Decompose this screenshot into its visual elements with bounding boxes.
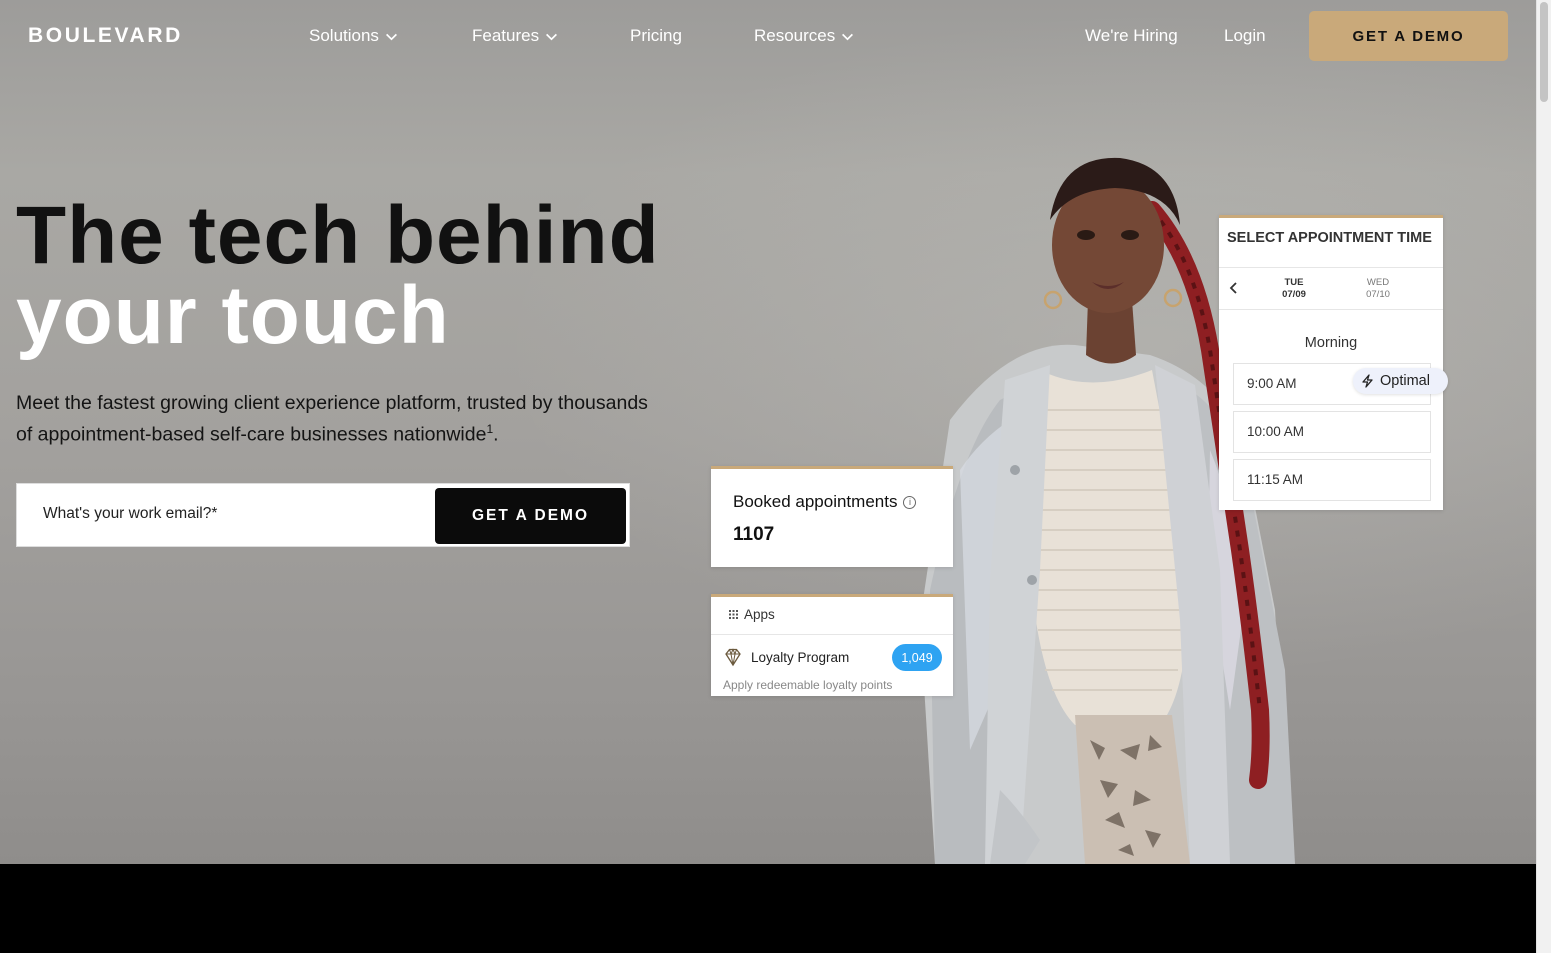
demo-request-form: GET A DEMO bbox=[16, 483, 630, 547]
booked-appointments-label-row: Booked appointments i bbox=[733, 492, 917, 512]
nav-login-link[interactable]: Login bbox=[1224, 26, 1266, 46]
booked-appointments-label: Booked appointments bbox=[733, 492, 898, 511]
nav-resources[interactable]: Resources bbox=[754, 26, 854, 46]
time-slot[interactable]: 11:15 AM bbox=[1233, 459, 1431, 501]
period-label: Morning bbox=[1304, 335, 1358, 351]
day-tab-wed-dow: WED bbox=[1366, 277, 1390, 288]
apps-card: Apps Loyalty Program 1,049 Apply redeema… bbox=[711, 594, 953, 696]
day-tab-tue-dow: TUE bbox=[1284, 277, 1304, 288]
apps-card-header: Apps bbox=[711, 597, 953, 635]
booked-appointments-value: 1107 bbox=[733, 524, 775, 545]
nav-pricing-label: Pricing bbox=[630, 26, 682, 45]
diamond-icon bbox=[725, 648, 741, 667]
nav-hiring-link[interactable]: We're Hiring bbox=[1085, 26, 1178, 46]
hero-subtext-body: Meet the fastest growing client experien… bbox=[16, 392, 648, 446]
brand-logo[interactable]: BOULEVARD bbox=[28, 24, 183, 48]
nav-features-label: Features bbox=[472, 26, 540, 45]
chevron-down-icon bbox=[546, 33, 558, 40]
hero-headline-line1: The tech behind bbox=[16, 190, 660, 281]
booked-appointments-card: Booked appointments i 1107 bbox=[711, 466, 953, 567]
lightning-icon bbox=[1362, 374, 1373, 388]
info-icon[interactable]: i bbox=[903, 495, 917, 509]
hero-subtext-end: . bbox=[493, 423, 499, 446]
form-get-demo-button[interactable]: GET A DEMO bbox=[435, 488, 626, 544]
page-scrollbar[interactable] bbox=[1536, 0, 1551, 953]
time-slot[interactable]: 10:00 AM bbox=[1233, 411, 1431, 453]
day-tab-tue-date: 07/09 bbox=[1282, 289, 1306, 300]
hero-headline-line2: your touch bbox=[16, 270, 450, 361]
nav-resources-label: Resources bbox=[754, 26, 836, 45]
chevron-left-icon[interactable] bbox=[1228, 281, 1240, 295]
date-selector: TUE 07/09 WED 07/10 bbox=[1219, 268, 1443, 310]
loyalty-count-badge: 1,049 bbox=[892, 644, 942, 671]
nav-pricing[interactable]: Pricing bbox=[630, 26, 682, 46]
work-email-input[interactable] bbox=[41, 504, 425, 524]
optimal-label: Optimal bbox=[1380, 373, 1430, 389]
dark-section bbox=[0, 864, 1536, 953]
day-tab-wed[interactable]: WED 07/10 bbox=[1353, 277, 1403, 301]
loyalty-program-title: Loyalty Program bbox=[751, 650, 850, 665]
nav-features[interactable]: Features bbox=[472, 26, 558, 46]
scrollbar-thumb[interactable] bbox=[1540, 2, 1548, 102]
appointment-time-card: SELECT APPOINTMENT TIME TUE 07/09 WED 07… bbox=[1219, 215, 1443, 510]
hero-subtext: Meet the fastest growing client experien… bbox=[16, 390, 656, 448]
hero-headline: The tech behind your touch bbox=[16, 190, 660, 361]
nav-solutions-label: Solutions bbox=[309, 26, 379, 45]
chevron-down-icon bbox=[842, 33, 854, 40]
optimal-badge: Optimal bbox=[1353, 368, 1448, 394]
chevron-down-icon bbox=[385, 33, 397, 40]
apps-card-title: Apps bbox=[744, 607, 775, 622]
header-get-demo-button[interactable]: GET A DEMO bbox=[1309, 11, 1508, 61]
loyalty-program-description: Apply redeemable loyalty points bbox=[723, 678, 893, 692]
day-tab-wed-date: 07/10 bbox=[1366, 289, 1390, 300]
nav-solutions[interactable]: Solutions bbox=[309, 26, 398, 46]
day-tab-tue[interactable]: TUE 07/09 bbox=[1269, 277, 1319, 301]
grid-icon bbox=[729, 610, 738, 619]
appointment-card-title: SELECT APPOINTMENT TIME bbox=[1219, 218, 1443, 268]
